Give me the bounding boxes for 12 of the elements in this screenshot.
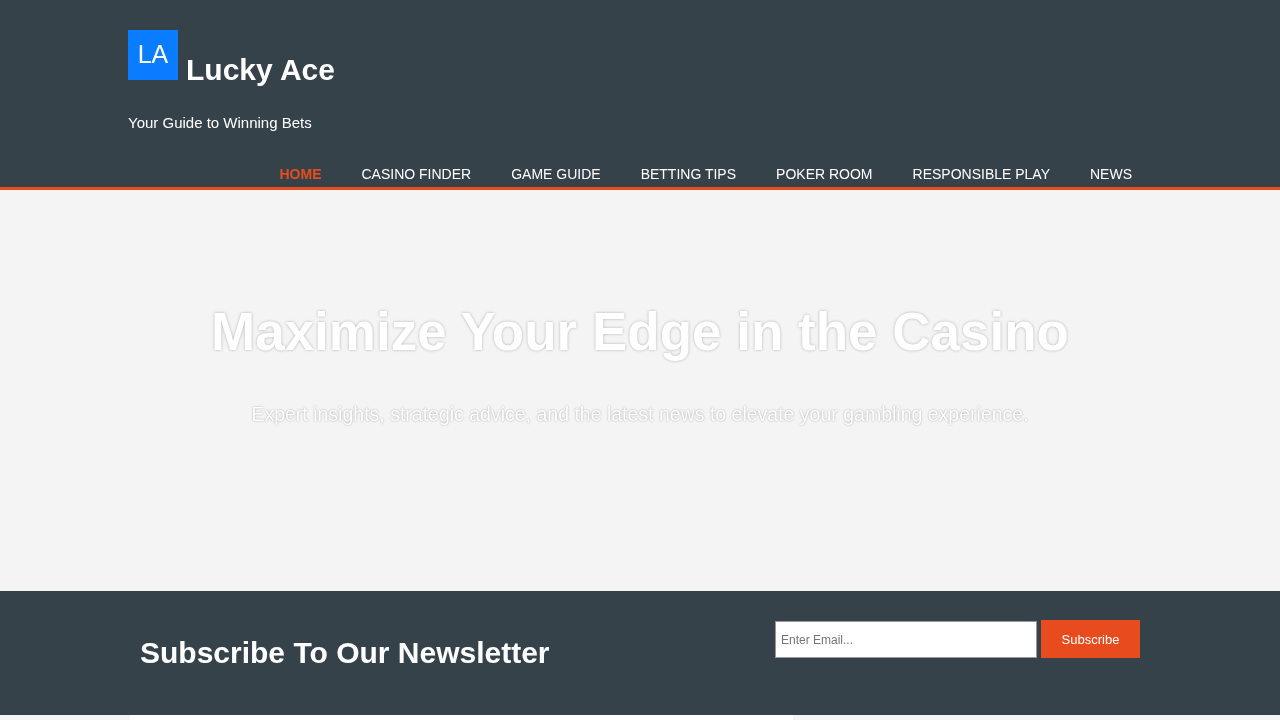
site-tagline: Your Guide to Winning Bets — [128, 114, 312, 132]
nav-link[interactable]: RESPONSIBLE PLAY — [892, 165, 1070, 187]
subscribe-button[interactable]: Subscribe — [1041, 620, 1140, 658]
site-title[interactable]: Lucky Ace — [186, 53, 335, 87]
nav-link[interactable]: BETTING TIPS — [620, 165, 757, 187]
nav-link[interactable]: NEWS — [1070, 165, 1152, 187]
nav-link[interactable]: POKER ROOM — [756, 165, 893, 187]
logo-mark[interactable]: LA — [128, 30, 178, 80]
nav-link[interactable]: CASINO FINDER — [341, 165, 492, 187]
nav-link[interactable]: GAME GUIDE — [491, 165, 621, 187]
newsletter-title: Subscribe To Our Newsletter — [140, 636, 550, 670]
email-field[interactable]: Enter Email... — [775, 621, 1037, 658]
